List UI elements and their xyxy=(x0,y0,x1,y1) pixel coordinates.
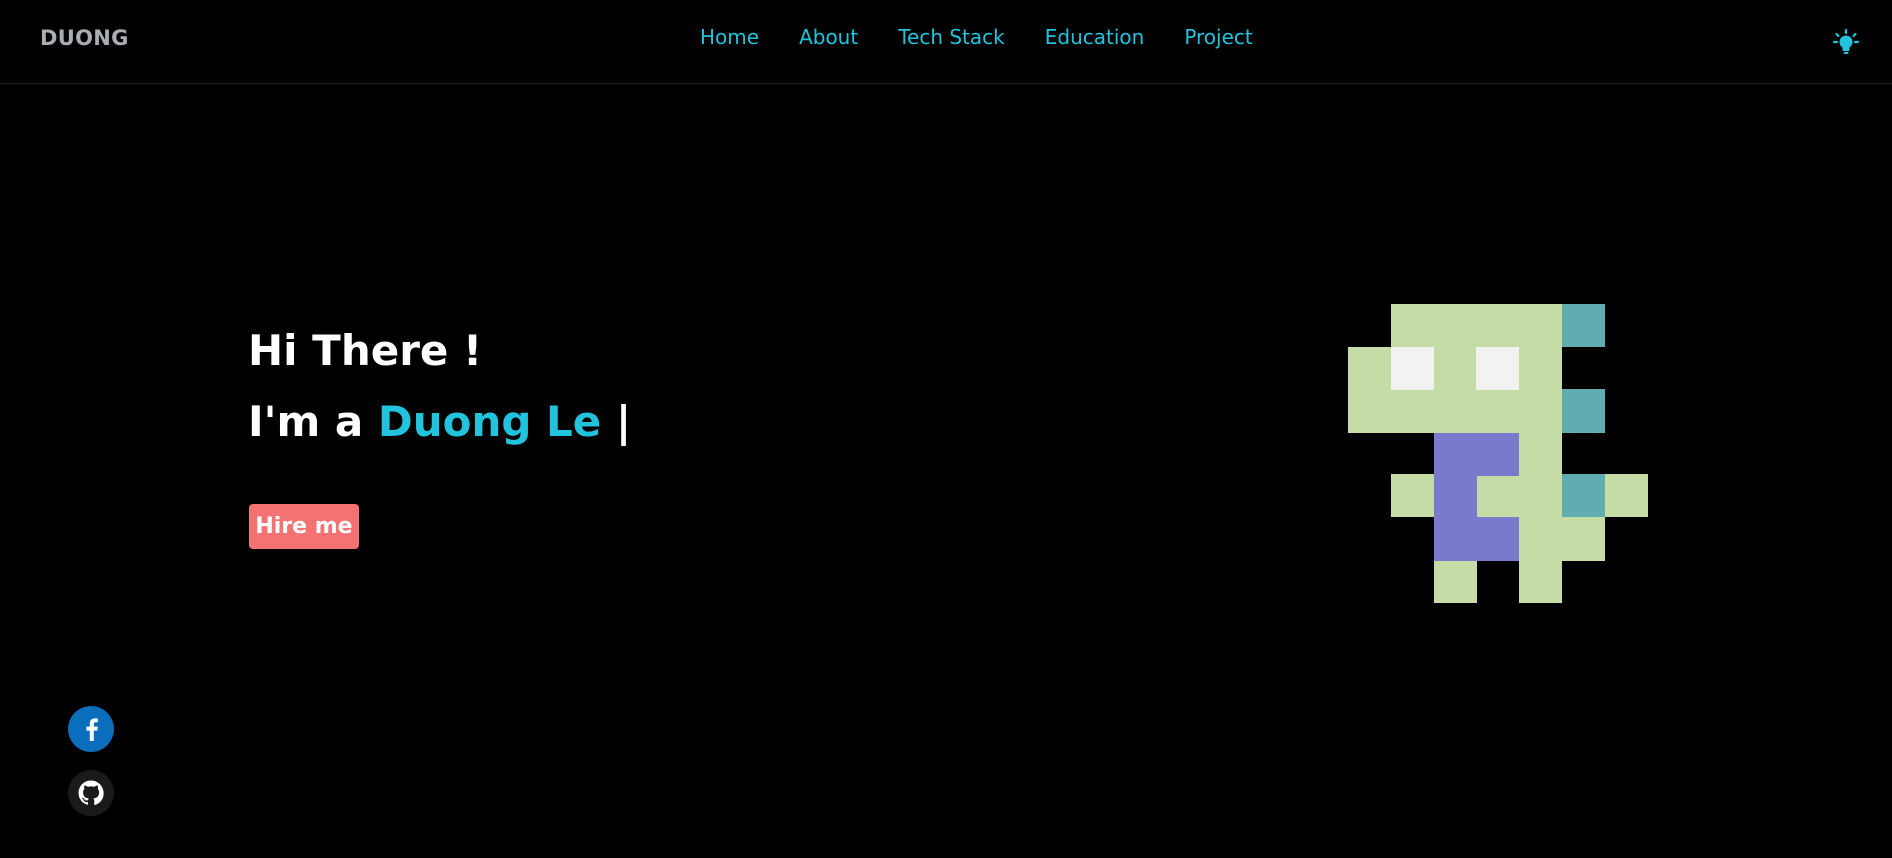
theme-toggle-button[interactable] xyxy=(1832,28,1860,56)
facebook-link[interactable] xyxy=(68,706,114,752)
brand-logo[interactable]: DUONG xyxy=(40,26,129,50)
nav-links: Home About Tech Stack Education Project xyxy=(700,25,1293,49)
hero-section: Hi There ! I'm a Duong Le | xyxy=(248,320,631,462)
nav-link-education[interactable]: Education xyxy=(1045,25,1145,49)
nav-link-tech-stack[interactable]: Tech Stack xyxy=(898,25,1005,49)
hire-me-button[interactable]: Hire me xyxy=(249,504,359,549)
navbar: DUONG Home About Tech Stack Education Pr… xyxy=(0,0,1892,84)
facebook-icon xyxy=(86,718,98,741)
pixel-dinosaur-icon xyxy=(1348,304,1648,603)
nav-link-project[interactable]: Project xyxy=(1184,25,1252,49)
github-link[interactable] xyxy=(68,770,114,816)
nav-link-home[interactable]: Home xyxy=(700,25,759,49)
hero-intro: I'm a Duong Le | xyxy=(248,382,631,462)
hero-greeting: Hi There ! xyxy=(248,326,483,375)
hero-typed-name: Duong Le xyxy=(377,397,602,446)
mascot-illustration xyxy=(1348,303,1650,603)
lightbulb-icon xyxy=(1832,28,1860,54)
github-icon xyxy=(78,780,104,806)
hero-intro-prefix: I'm a xyxy=(248,397,364,446)
typing-cursor: | xyxy=(615,397,632,446)
nav-link-about[interactable]: About xyxy=(799,25,858,49)
